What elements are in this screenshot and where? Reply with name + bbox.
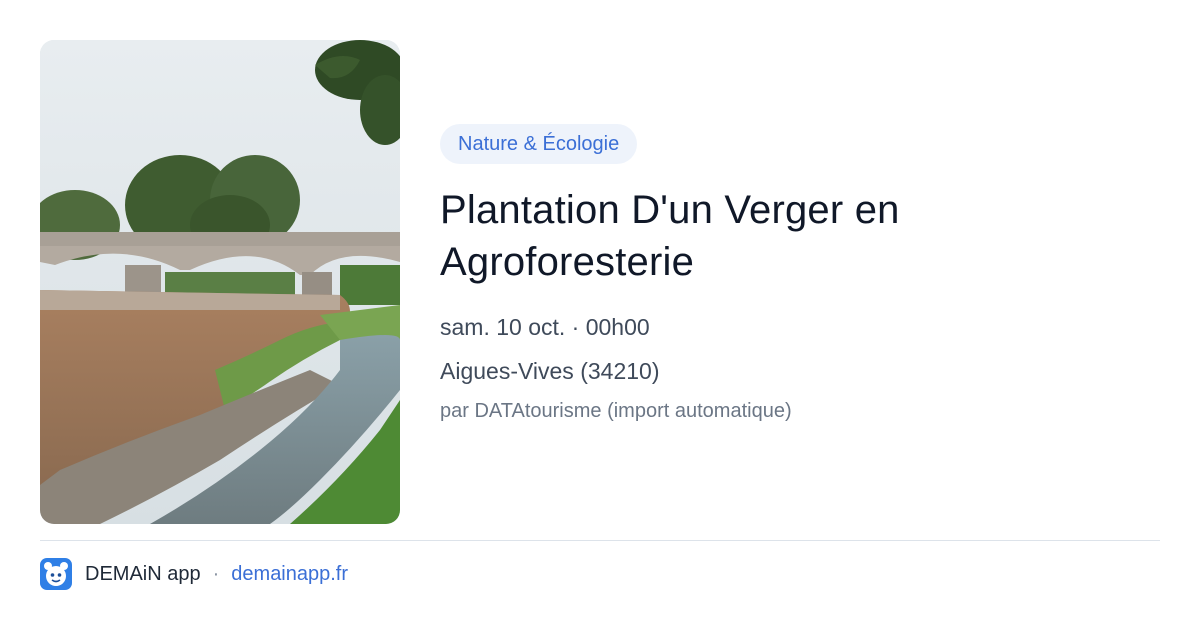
footer-divider	[40, 540, 1160, 541]
event-details: Nature & Écologie Plantation D'un Verger…	[440, 124, 1160, 424]
event-title-line-1: Plantation D'un Verger en	[440, 188, 900, 232]
event-photo	[40, 40, 400, 524]
event-location: Aigues-Vives (34210)	[440, 358, 660, 384]
app-name: DEMAiN app	[85, 562, 201, 585]
footer: DEMAiN app · demainapp.fr	[40, 558, 348, 590]
demain-logo-icon[interactable]	[40, 558, 72, 590]
site-link[interactable]: demainapp.fr	[231, 563, 348, 586]
event-author: par DATAtourisme (import automatique)	[440, 400, 792, 422]
event-title-line-2: Agroforesterie	[440, 240, 695, 284]
event-title[interactable]: Plantation D'un Verger en Agroforesterie	[440, 184, 1160, 288]
footer-separator: ·	[212, 562, 220, 585]
event-datetime: sam. 10 oct. · 00h00	[440, 314, 650, 340]
category-badge[interactable]: Nature & Écologie	[440, 124, 638, 164]
